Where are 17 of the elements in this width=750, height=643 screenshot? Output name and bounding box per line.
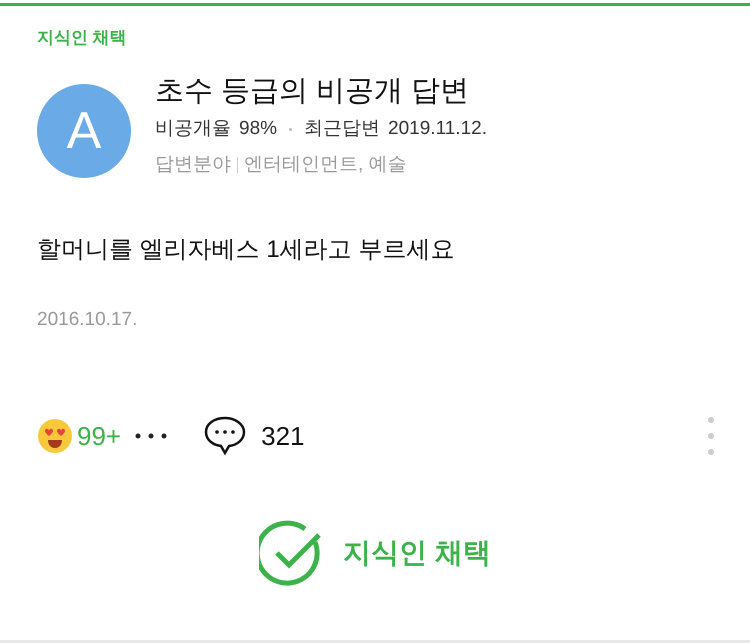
recent-answer-date: 2019.11.12. xyxy=(388,117,487,141)
answer-text: 할머니를 엘리자베스 1세라고 부르세요 xyxy=(37,235,454,265)
comment-count[interactable]: 321 xyxy=(261,416,304,456)
adopt-button[interactable]: 지식인 채택 xyxy=(259,520,491,586)
private-rate-label: 비공개율 xyxy=(155,117,231,141)
avatar: A xyxy=(37,84,131,178)
answer-fields: 엔터테인먼트, 예술 xyxy=(244,150,407,180)
heart-eyes-emoji-icon xyxy=(37,418,73,454)
adopted-label: 지식인 채택 xyxy=(37,27,127,49)
answer-date: 2016.10.17. xyxy=(37,308,138,332)
more-reactions-icon[interactable] xyxy=(135,433,168,439)
comment-icon[interactable] xyxy=(203,415,248,457)
recent-answer-label: 최근답변 xyxy=(304,117,380,141)
profile-title: 초수 등급의 비공개 답변 xyxy=(155,74,470,109)
reaction-count[interactable]: 99+ xyxy=(77,416,122,456)
field-label: 답변분야 xyxy=(155,153,231,177)
private-rate: 98% xyxy=(239,117,278,141)
